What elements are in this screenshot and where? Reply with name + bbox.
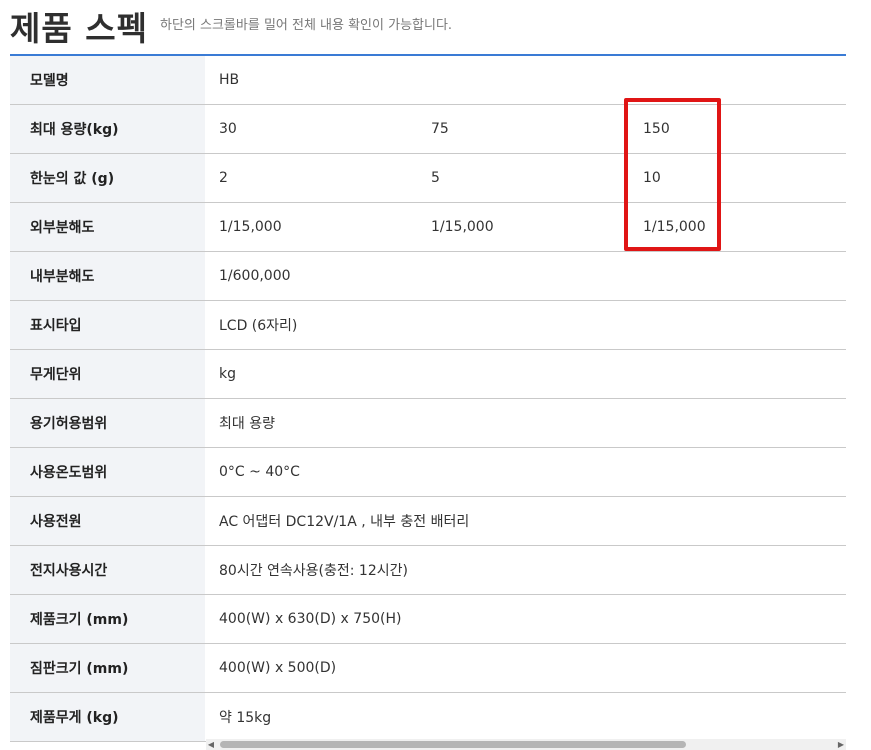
table-row: 용기허용범위 최대 용량 xyxy=(10,398,846,448)
row-label: 사용온도범위 xyxy=(10,447,205,497)
table-row: 전지사용시간 80시간 연속사용(충전: 12시간) xyxy=(10,545,846,595)
row-value: 80시간 연속사용(충전: 12시간) xyxy=(205,545,846,595)
row-label: 모델명 xyxy=(10,56,205,105)
row-label: 무게단위 xyxy=(10,349,205,399)
row-value: 1/15,000 xyxy=(417,202,629,252)
row-value: kg xyxy=(205,349,846,399)
header: 제품 스펙 하단의 스크롤바를 밀어 전체 내용 확인이 가능합니다. xyxy=(10,0,846,56)
table-row: 사용전원 AC 어댑터 DC12V/1A , 내부 충전 배터리 xyxy=(10,496,846,546)
row-value: 약 15kg xyxy=(205,692,846,742)
row-value: 1/15,000 xyxy=(629,202,846,252)
row-value: 400(W) x 630(D) x 750(H) xyxy=(205,594,846,644)
table-row: 외부분해도 1/15,000 1/15,000 1/15,000 xyxy=(10,202,846,252)
row-value: LCD (6자리) xyxy=(205,300,846,350)
scroll-left-icon[interactable]: ◀ xyxy=(206,740,216,749)
table-row: 사용온도범위 0°C ~ 40°C xyxy=(10,447,846,497)
table-row: 짐판크기 (mm) 400(W) x 500(D) xyxy=(10,643,846,693)
row-label: 짐판크기 (mm) xyxy=(10,643,205,693)
row-value: 1/600,000 xyxy=(205,251,846,301)
horizontal-scrollbar[interactable]: ◀ ▶ xyxy=(206,739,846,750)
row-value: HB xyxy=(205,56,846,105)
table-row: 제품무게 (kg) 약 15kg xyxy=(10,692,846,742)
table-row: 무게단위 kg xyxy=(10,349,846,399)
row-value: 최대 용량 xyxy=(205,398,846,448)
row-label: 최대 용량(kg) xyxy=(10,104,205,154)
table-row: 한눈의 값 (g) 2 5 10 xyxy=(10,153,846,203)
row-label: 표시타입 xyxy=(10,300,205,350)
table-row: 제품크기 (mm) 400(W) x 630(D) x 750(H) xyxy=(10,594,846,644)
row-value: 10 xyxy=(629,153,846,203)
row-value: 2 xyxy=(205,153,417,203)
spec-table: 모델명 HB 최대 용량(kg) 30 75 150 한눈의 값 (g) 2 5 10 외부분해도 1… xyxy=(10,56,846,742)
table-row: 내부분해도 1/600,000 xyxy=(10,251,846,301)
table-row: 모델명 HB xyxy=(10,56,846,105)
row-value: AC 어댑터 DC12V/1A , 내부 충전 배터리 xyxy=(205,496,846,546)
table-row: 최대 용량(kg) 30 75 150 xyxy=(10,104,846,154)
row-value: 150 xyxy=(629,104,846,154)
row-value: 400(W) x 500(D) xyxy=(205,643,846,693)
row-label: 한눈의 값 (g) xyxy=(10,153,205,203)
row-label: 제품무게 (kg) xyxy=(10,692,205,742)
row-label: 제품크기 (mm) xyxy=(10,594,205,644)
row-label: 내부분해도 xyxy=(10,251,205,301)
row-value: 0°C ~ 40°C xyxy=(205,447,846,497)
row-label: 사용전원 xyxy=(10,496,205,546)
scrollbar-thumb[interactable] xyxy=(220,741,686,748)
row-label: 전지사용시간 xyxy=(10,545,205,595)
scroll-right-icon[interactable]: ▶ xyxy=(836,740,846,749)
spec-page: 제품 스펙 하단의 스크롤바를 밀어 전체 내용 확인이 가능합니다. 모델명 H… xyxy=(0,0,871,750)
page-subtitle: 하단의 스크롤바를 밀어 전체 내용 확인이 가능합니다. xyxy=(160,18,453,33)
row-label: 외부분해도 xyxy=(10,202,205,252)
table-row: 표시타입 LCD (6자리) xyxy=(10,300,846,350)
row-value: 1/15,000 xyxy=(205,202,417,252)
row-label: 용기허용범위 xyxy=(10,398,205,448)
row-value: 30 xyxy=(205,104,417,154)
page-title: 제품 스펙 xyxy=(10,9,148,48)
row-value: 75 xyxy=(417,104,629,154)
row-value: 5 xyxy=(417,153,629,203)
